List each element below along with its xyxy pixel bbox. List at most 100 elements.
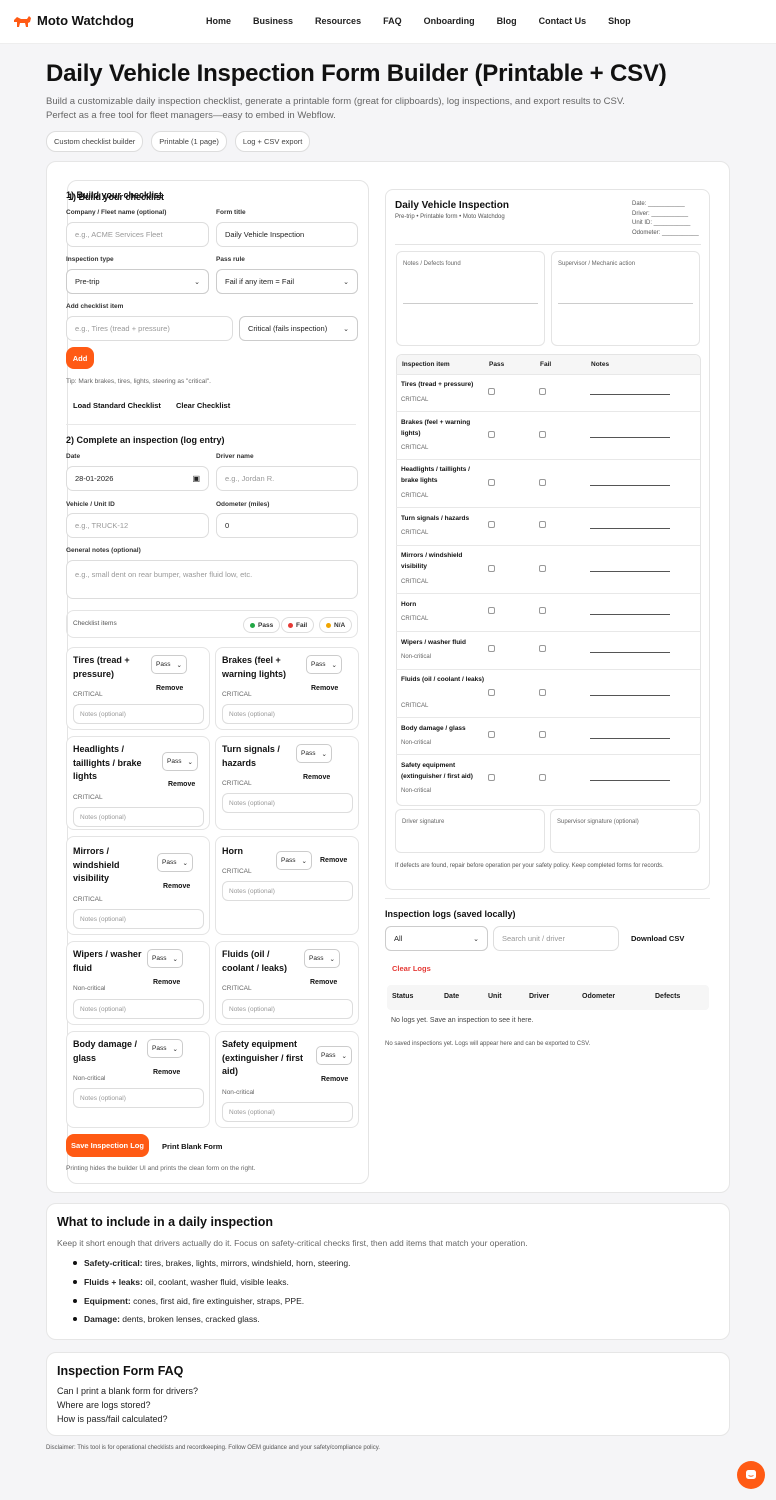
pass-checkbox[interactable] — [488, 431, 495, 438]
add-item-input[interactable]: e.g., Tires (tread + pressure) — [66, 316, 233, 341]
remove-button[interactable]: Remove — [153, 979, 180, 986]
bullet-text: dents, broken lenses, cracked glass. — [119, 1314, 260, 1324]
remove-button[interactable]: Remove — [303, 774, 330, 781]
item-status-select[interactable]: Pass ⌄ — [147, 949, 183, 968]
rule-select[interactable]: Fail if any item = Fail ⌄ — [216, 269, 358, 294]
add-button[interactable]: Add — [66, 347, 94, 369]
pass-dot-icon — [250, 622, 255, 628]
fail-checkbox[interactable] — [539, 521, 546, 528]
type-select[interactable]: Pre-trip ⌄ — [66, 269, 209, 294]
nav-onboarding[interactable]: Onboarding — [424, 16, 475, 26]
clear-checklist-button[interactable]: Clear Checklist — [176, 401, 230, 410]
row-item: Fluids (oil / coolant / leaks) — [401, 676, 485, 683]
odometer-input[interactable]: 0 — [216, 513, 358, 538]
pass-checkbox[interactable] — [488, 479, 495, 486]
load-standard-button[interactable]: Load Standard Checklist — [73, 401, 161, 410]
form-row: Mirrors / windshield visibility CRITICAL — [396, 545, 700, 593]
log-col-status: Status — [392, 993, 414, 1000]
download-csv-button[interactable]: Download CSV — [631, 934, 684, 943]
remove-button[interactable]: Remove — [156, 685, 183, 692]
nav-faq[interactable]: FAQ — [383, 16, 402, 26]
fail-checkbox[interactable] — [539, 479, 546, 486]
fail-checkbox[interactable] — [539, 731, 546, 738]
item-notes-input[interactable]: Notes (optional) — [222, 793, 353, 813]
severity-select[interactable]: Critical (fails inspection) ⌄ — [239, 316, 358, 341]
form-title-input[interactable]: Daily Vehicle Inspection — [216, 222, 358, 247]
item-notes-input[interactable]: Notes (optional) — [222, 1102, 353, 1122]
bullet-bold: Safety-critical: — [84, 1258, 143, 1268]
date-input[interactable]: 28-01-2026 ▣ — [66, 466, 209, 491]
item-status-select[interactable]: Pass ⌄ — [157, 853, 193, 872]
logs-heading: Inspection logs (saved locally) — [385, 909, 516, 919]
pass-checkbox[interactable] — [488, 774, 495, 781]
pass-checkbox[interactable] — [488, 565, 495, 572]
item-status-select[interactable]: Pass ⌄ — [151, 655, 187, 674]
bullet-text: tires, brakes, lights, mirrors, windshie… — [142, 1258, 351, 1268]
vehicle-input[interactable]: e.g., TRUCK-12 — [66, 513, 209, 538]
item-notes-input[interactable]: Notes (optional) — [222, 704, 353, 724]
calendar-icon[interactable]: ▣ — [192, 474, 200, 483]
logs-divider — [385, 898, 710, 899]
fail-checkbox[interactable] — [539, 565, 546, 572]
fail-checkbox[interactable] — [539, 431, 546, 438]
item-notes-input[interactable]: Notes (optional) — [73, 807, 204, 827]
nav-resources[interactable]: Resources — [315, 16, 361, 26]
pass-checkbox[interactable] — [488, 731, 495, 738]
nav-business[interactable]: Business — [253, 16, 293, 26]
remove-button[interactable]: Remove — [320, 857, 347, 864]
nav-blog[interactable]: Blog — [497, 16, 517, 26]
faq-question[interactable]: How is pass/fail calculated? — [57, 1414, 168, 1424]
pass-checkbox[interactable] — [488, 689, 495, 696]
item-notes-input[interactable]: Notes (optional) — [73, 704, 204, 724]
fail-checkbox[interactable] — [539, 607, 546, 614]
meta-odometer: Odometer: ___________ — [632, 229, 699, 236]
log-search-input[interactable]: Search unit / driver — [493, 926, 619, 951]
company-input[interactable]: e.g., ACME Services Fleet — [66, 222, 209, 247]
remove-button[interactable]: Remove — [168, 781, 195, 788]
item-status-select[interactable]: Pass ⌄ — [306, 655, 342, 674]
remove-button[interactable]: Remove — [321, 1076, 348, 1083]
chevron-down-icon: ⌄ — [301, 857, 307, 865]
chat-launcher-button[interactable] — [737, 1461, 765, 1489]
driver-input[interactable]: e.g., Jordan R. — [216, 466, 358, 491]
item-status-select[interactable]: Pass ⌄ — [147, 1039, 183, 1058]
item-notes-input[interactable]: Notes (optional) — [73, 909, 204, 929]
bullet-bold: Fluids + leaks: — [84, 1277, 143, 1287]
general-notes-textarea[interactable]: e.g., small dent on rear bumper, washer … — [66, 560, 358, 599]
checklist-item-card: Brakes (feel + warning lights) Pass ⌄ Rem… — [215, 647, 359, 730]
item-status-select[interactable]: Pass ⌄ — [162, 752, 198, 771]
item-status-select[interactable]: Pass ⌄ — [296, 744, 332, 763]
remove-button[interactable]: Remove — [311, 685, 338, 692]
row-item: Headlights / taillights / brake lights — [401, 466, 470, 484]
item-status-select[interactable]: Pass ⌄ — [276, 851, 312, 870]
clear-logs-button[interactable]: Clear Logs — [392, 964, 431, 973]
item-notes-input[interactable]: Notes (optional) — [73, 1088, 204, 1108]
item-status-select[interactable]: Pass ⌄ — [304, 949, 340, 968]
print-blank-button[interactable]: Print Blank Form — [162, 1142, 222, 1151]
item-name: Mirrors / windshield visibility — [73, 846, 120, 883]
save-log-button[interactable]: Save Inspection Log — [66, 1134, 149, 1157]
item-status-select[interactable]: Pass ⌄ — [316, 1046, 352, 1065]
remove-button[interactable]: Remove — [163, 883, 190, 890]
fail-checkbox[interactable] — [539, 689, 546, 696]
fail-checkbox[interactable] — [539, 774, 546, 781]
item-name: Safety equipment (extinguisher / first a… — [222, 1039, 304, 1076]
faq-question[interactable]: Where are logs stored? — [57, 1400, 151, 1410]
brand-logo[interactable]: Moto Watchdog — [12, 13, 134, 28]
faq-question[interactable]: Can I print a blank form for drivers? — [57, 1386, 198, 1396]
nav-shop[interactable]: Shop — [608, 16, 631, 26]
pass-checkbox[interactable] — [488, 645, 495, 652]
remove-button[interactable]: Remove — [310, 979, 337, 986]
item-notes-input[interactable]: Notes (optional) — [222, 881, 353, 901]
nav-home[interactable]: Home — [206, 16, 231, 26]
fail-checkbox[interactable] — [539, 645, 546, 652]
fail-checkbox[interactable] — [539, 388, 546, 395]
pass-checkbox[interactable] — [488, 521, 495, 528]
nav-contact[interactable]: Contact Us — [539, 16, 587, 26]
remove-button[interactable]: Remove — [153, 1069, 180, 1076]
pass-checkbox[interactable] — [488, 388, 495, 395]
item-notes-input[interactable]: Notes (optional) — [222, 999, 353, 1019]
item-notes-input[interactable]: Notes (optional) — [73, 999, 204, 1019]
pass-checkbox[interactable] — [488, 607, 495, 614]
log-filter-select[interactable]: All ⌄ — [385, 926, 488, 951]
